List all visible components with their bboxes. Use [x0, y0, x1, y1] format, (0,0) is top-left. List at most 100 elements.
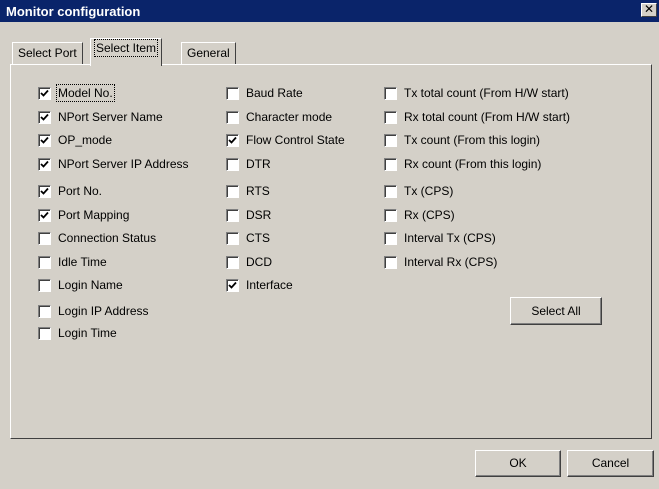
checkbox-character-mode[interactable]: Character mode — [226, 109, 332, 125]
checkmark-icon — [228, 281, 237, 289]
checkbox-label: Tx (CPS) — [404, 184, 454, 198]
checkbox-box[interactable] — [226, 133, 239, 147]
checkbox-box[interactable] — [226, 208, 239, 222]
checkbox-label: Login IP Address — [58, 304, 149, 318]
checkbox-box[interactable] — [384, 110, 397, 124]
checkbox-box[interactable] — [384, 133, 397, 147]
checkbox-label: Login Time — [58, 326, 117, 340]
checkbox-box[interactable] — [38, 278, 51, 292]
checkbox-box[interactable] — [38, 326, 51, 340]
checkbox-tx-cps[interactable]: Tx (CPS) — [384, 183, 453, 199]
checkmark-icon — [40, 211, 49, 219]
checkbox-interval-tx-cps[interactable]: Interval Tx (CPS) — [384, 230, 496, 246]
checkbox-label: Tx count (From this login) — [404, 133, 541, 147]
checkbox-dtr[interactable]: DTR — [226, 156, 271, 172]
checkbox-rx-cps[interactable]: Rx (CPS) — [384, 207, 455, 223]
checkbox-op-mode[interactable]: OP_mode — [38, 132, 112, 148]
checkbox-label: Flow Control State — [246, 133, 345, 147]
checkbox-label: NPort Server Name — [58, 110, 163, 124]
select-all-button[interactable]: Select All — [510, 297, 602, 325]
checkbox-label: Idle Time — [58, 255, 107, 269]
tab-general-label: General — [187, 46, 230, 60]
checkbox-cts[interactable]: CTS — [226, 230, 270, 246]
window-title: Monitor configuration — [6, 4, 141, 19]
checkbox-label: Rx total count (From H/W start) — [404, 110, 571, 124]
checkmark-icon — [40, 160, 49, 168]
checkbox-box[interactable] — [226, 86, 239, 100]
checkbox-label: DTR — [246, 157, 271, 171]
checkbox-box[interactable] — [38, 110, 51, 124]
checkmark-icon — [228, 136, 237, 144]
checkbox-rx-total-count[interactable]: Rx total count (From H/W start) — [384, 109, 570, 125]
checkmark-icon — [40, 113, 49, 121]
checkbox-box[interactable] — [38, 255, 51, 269]
checkbox-label: DCD — [246, 255, 272, 269]
ok-button[interactable]: OK — [475, 450, 561, 477]
checkbox-box[interactable] — [384, 184, 397, 198]
checkbox-label: Port Mapping — [58, 208, 130, 222]
checkbox-box[interactable] — [38, 208, 51, 222]
checkbox-label: CTS — [246, 231, 270, 245]
checkbox-label: Character mode — [246, 110, 333, 124]
checkbox-tx-count-login[interactable]: Tx count (From this login) — [384, 132, 540, 148]
checkbox-label: Port No. — [58, 184, 103, 198]
checkbox-nport-server-name[interactable]: NPort Server Name — [38, 109, 163, 125]
checkbox-port-no[interactable]: Port No. — [38, 183, 102, 199]
checkbox-label: Interface — [246, 278, 293, 292]
checkbox-port-mapping[interactable]: Port Mapping — [38, 207, 129, 223]
checkbox-box[interactable] — [38, 157, 51, 171]
checkbox-box[interactable] — [226, 157, 239, 171]
checkbox-box[interactable] — [38, 133, 51, 147]
checkbox-login-ip-address[interactable]: Login IP Address — [38, 303, 149, 319]
checkbox-box[interactable] — [384, 231, 397, 245]
checkbox-label: Rx (CPS) — [404, 208, 455, 222]
checkbox-box[interactable] — [38, 86, 51, 100]
checkbox-interval-rx-cps[interactable]: Interval Rx (CPS) — [384, 254, 497, 270]
title-bar: Monitor configuration ✕ — [0, 0, 659, 22]
checkbox-login-name[interactable]: Login Name — [38, 277, 123, 293]
checkbox-box[interactable] — [38, 231, 51, 245]
checkbox-nport-server-ip[interactable]: NPort Server IP Address — [38, 156, 189, 172]
checkbox-interface[interactable]: Interface — [226, 277, 293, 293]
checkbox-box[interactable] — [226, 110, 239, 124]
close-icon: ✕ — [643, 2, 655, 16]
checkbox-box[interactable] — [384, 208, 397, 222]
checkbox-box[interactable] — [38, 184, 51, 198]
checkbox-box[interactable] — [226, 231, 239, 245]
checkbox-label: Interval Rx (CPS) — [404, 255, 498, 269]
checkbox-box[interactable] — [226, 184, 239, 198]
checkbox-box[interactable] — [226, 278, 239, 292]
checkbox-dsr[interactable]: DSR — [226, 207, 271, 223]
checkbox-tx-total-count[interactable]: Tx total count (From H/W start) — [384, 85, 569, 101]
close-button[interactable]: ✕ — [641, 3, 657, 17]
checkbox-box[interactable] — [38, 304, 51, 318]
tab-select-port[interactable]: Select Port — [12, 42, 83, 64]
checkbox-label: Login Name — [58, 278, 123, 292]
checkbox-box[interactable] — [384, 255, 397, 269]
checkbox-label: Connection Status — [58, 231, 157, 245]
checkbox-label: Interval Tx (CPS) — [404, 231, 496, 245]
checkbox-label: Baud Rate — [246, 86, 303, 100]
checkbox-model-no[interactable]: Model No. — [38, 84, 115, 102]
checkbox-baud-rate[interactable]: Baud Rate — [226, 85, 303, 101]
checkbox-label: Tx total count (From H/W start) — [404, 86, 569, 100]
checkbox-label: Model No. — [56, 84, 115, 102]
checkbox-rx-count-login[interactable]: Rx count (From this login) — [384, 156, 541, 172]
tab-select-item-label: Select Item — [93, 39, 159, 57]
tab-general[interactable]: General — [181, 42, 236, 64]
checkbox-flow-control-state[interactable]: Flow Control State — [226, 132, 345, 148]
checkbox-idle-time[interactable]: Idle Time — [38, 254, 107, 270]
checkbox-box[interactable] — [226, 255, 239, 269]
checkbox-rts[interactable]: RTS — [226, 183, 270, 199]
select-item-panel: Model No. NPort Server Name OP_mode NPor… — [10, 64, 652, 439]
checkbox-connection-status[interactable]: Connection Status — [38, 230, 156, 246]
monitor-configuration-window: Monitor configuration ✕ Select Port Sele… — [0, 0, 659, 489]
checkbox-login-time[interactable]: Login Time — [38, 325, 117, 341]
checkbox-dcd[interactable]: DCD — [226, 254, 272, 270]
checkbox-box[interactable] — [384, 86, 397, 100]
cancel-button[interactable]: Cancel — [567, 450, 654, 477]
tab-select-item[interactable]: Select Item — [90, 38, 163, 66]
checkbox-box[interactable] — [384, 157, 397, 171]
checkbox-label: OP_mode — [58, 133, 113, 147]
checkbox-label: RTS — [246, 184, 270, 198]
